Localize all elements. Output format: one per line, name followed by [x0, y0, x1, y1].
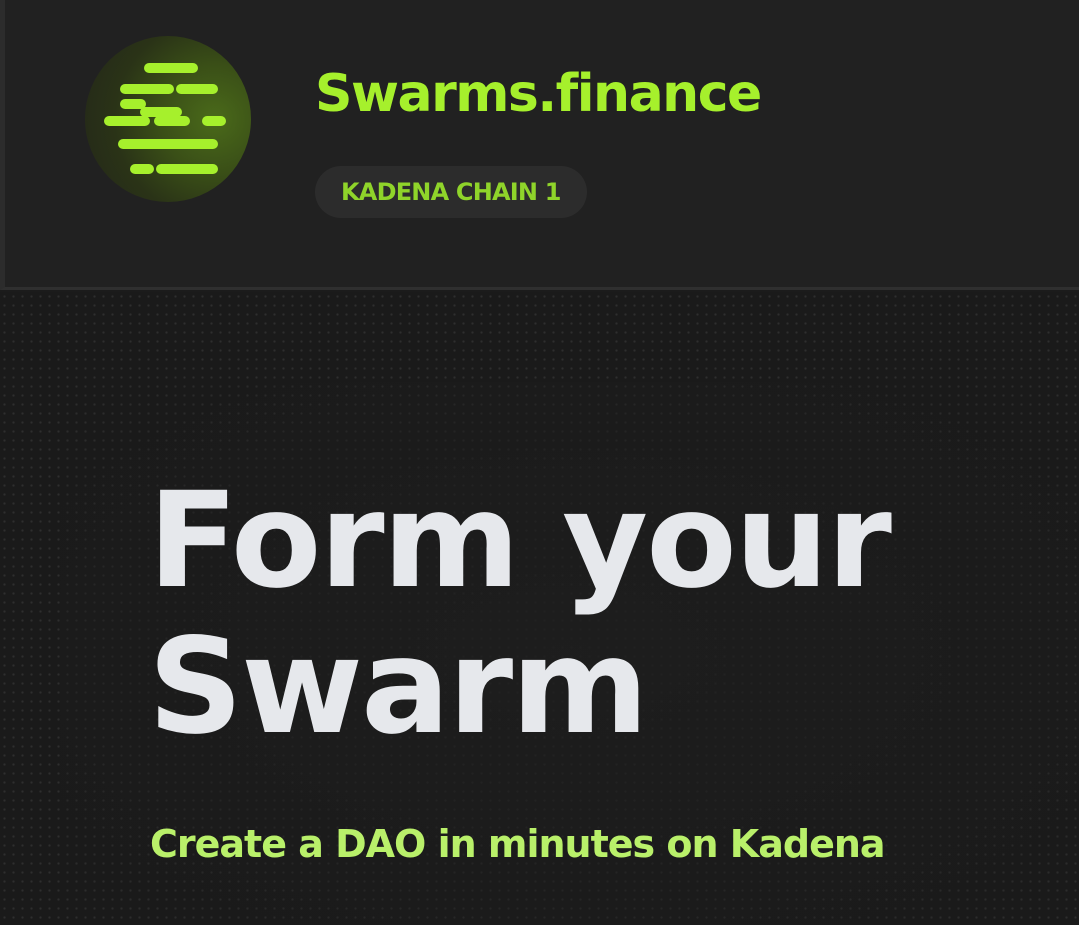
brand-name[interactable]: Swarms.finance: [315, 58, 762, 130]
site-header: Swarms.finance KADENA CHAIN 1: [0, 0, 1079, 290]
chain-badge[interactable]: KADENA CHAIN 1: [315, 166, 587, 218]
logo-graphic: [104, 63, 226, 174]
hero-subtitle: Create a DAO in minutes on Kadena: [150, 822, 886, 866]
hero-title: Form your Swarm: [148, 464, 892, 764]
page: Swarms.finance KADENA CHAIN 1 Form your …: [0, 0, 1079, 925]
hero-title-line-1: Form your: [148, 464, 892, 618]
hero-title-line-2: Swarm: [148, 610, 649, 764]
swarm-lines-icon[interactable]: [85, 36, 251, 202]
